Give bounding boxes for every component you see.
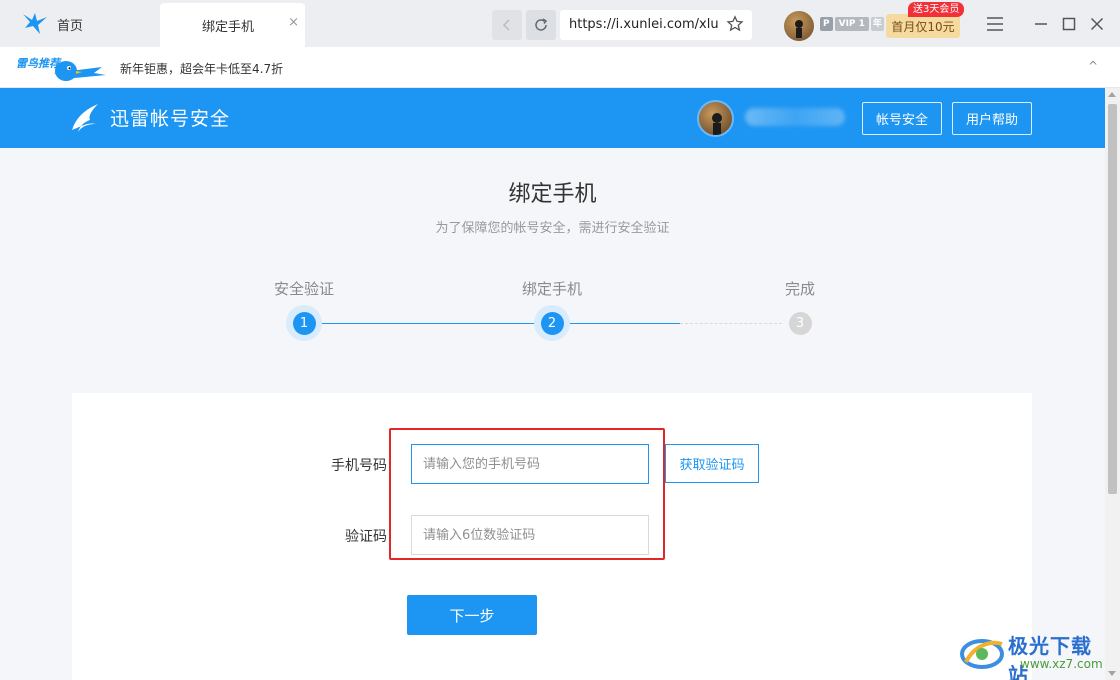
blurred-username bbox=[745, 108, 845, 126]
code-label: 验证码 bbox=[345, 529, 387, 545]
minimize-icon[interactable] bbox=[1034, 16, 1048, 32]
user-help-button[interactable]: 用户帮助 bbox=[952, 102, 1032, 135]
step-2-label: 绑定手机 bbox=[521, 280, 582, 298]
step-1-label: 安全验证 bbox=[273, 280, 334, 298]
home-tab-label: 首页 bbox=[57, 19, 84, 34]
promo-tag: 送3天会员 bbox=[908, 2, 965, 17]
tab-close-icon[interactable]: × bbox=[288, 15, 299, 30]
watermark-title: 极光下载站 bbox=[1008, 634, 1092, 680]
address-bar[interactable]: https://i.xunlei.com/xluser bbox=[560, 10, 752, 40]
collapse-notice-icon[interactable]: ^ bbox=[1088, 59, 1098, 73]
vip-level: VIP 1 bbox=[834, 17, 869, 31]
step-1-number: 1 bbox=[292, 311, 316, 335]
step-2-indicator: 2 bbox=[534, 305, 570, 341]
page-title: 绑定手机 bbox=[508, 182, 597, 207]
page-header: 迅雷帐号安全 帐号安全 用户帮助 bbox=[0, 88, 1105, 148]
vertical-scrollbar[interactable] bbox=[1105, 88, 1120, 680]
notice-text[interactable]: 新年钜惠，超会年卡低至4.7折 bbox=[120, 60, 283, 77]
chevron-left-icon bbox=[502, 19, 510, 31]
back-button[interactable] bbox=[492, 10, 522, 40]
account-security-button[interactable]: 帐号安全 bbox=[862, 102, 942, 135]
step-3-label: 完成 bbox=[784, 280, 815, 298]
home-tab[interactable]: 首页 bbox=[0, 0, 160, 47]
watermark-logo-icon bbox=[960, 639, 1004, 669]
promo-button[interactable]: 首月仅10元 bbox=[886, 14, 960, 38]
step-3-number: 3 bbox=[788, 311, 812, 335]
refresh-button[interactable] bbox=[526, 10, 556, 40]
step-line-2-3-done bbox=[570, 323, 680, 324]
browser-user-avatar[interactable] bbox=[784, 11, 814, 41]
step-line-1-2 bbox=[322, 323, 534, 324]
page-subtitle: 为了保障您的帐号安全，需进行安全验证 bbox=[435, 221, 670, 236]
brand-logo[interactable]: 迅雷帐号安全 bbox=[70, 100, 230, 134]
thunder-bird-icon bbox=[23, 13, 47, 34]
vip-year: 年 bbox=[870, 17, 884, 31]
scroll-thumb[interactable] bbox=[1108, 104, 1117, 494]
thunder-recommend-badge-icon[interactable]: 雷鸟推荐 bbox=[14, 53, 106, 85]
notice-bar: 雷鸟推荐 新年钜惠，超会年卡低至4.7折 ^ bbox=[0, 47, 1120, 88]
thunder-bird-logo-icon bbox=[72, 104, 98, 132]
url-text[interactable]: https://i.xunlei.com/xluser bbox=[569, 17, 719, 32]
vip-badge[interactable]: P VIP 1 年 bbox=[820, 17, 884, 31]
highlight-annotation-box bbox=[389, 428, 665, 560]
maximize-icon[interactable] bbox=[1062, 16, 1076, 32]
refresh-icon bbox=[535, 18, 548, 31]
tab-title: 绑定手机 bbox=[202, 20, 255, 35]
step-line-2-3-pending bbox=[680, 323, 782, 324]
get-code-button[interactable]: 获取验证码 bbox=[665, 444, 759, 483]
window-close-icon[interactable] bbox=[1090, 16, 1104, 32]
avatar-figure-icon bbox=[795, 20, 803, 38]
bookmark-star-icon[interactable] bbox=[726, 15, 744, 33]
phone-label: 手机号码 bbox=[331, 458, 387, 474]
header-user-avatar[interactable] bbox=[697, 100, 734, 137]
step-3-indicator: 3 bbox=[782, 305, 818, 341]
tab-bind-phone[interactable]: 绑定手机 × bbox=[160, 3, 305, 47]
avatar-figure-icon bbox=[712, 113, 722, 135]
browser-toolbar: 首页 绑定手机 × https://i.xunlei.com/xluser P … bbox=[0, 0, 1120, 47]
brand-title: 迅雷帐号安全 bbox=[110, 107, 231, 130]
step-2-number: 2 bbox=[540, 311, 564, 335]
step-1-indicator: 1 bbox=[286, 305, 322, 341]
notice-badge-text: 雷鸟推荐 bbox=[16, 57, 62, 70]
menu-icon[interactable] bbox=[986, 16, 1004, 32]
site-watermark: 极光下载站 www.xz7.com bbox=[960, 630, 1110, 680]
watermark-url: www.xz7.com bbox=[1020, 657, 1103, 671]
vip-p-label: P bbox=[820, 17, 833, 31]
scroll-up-icon[interactable] bbox=[1108, 92, 1116, 97]
next-step-button[interactable]: 下一步 bbox=[407, 595, 537, 635]
